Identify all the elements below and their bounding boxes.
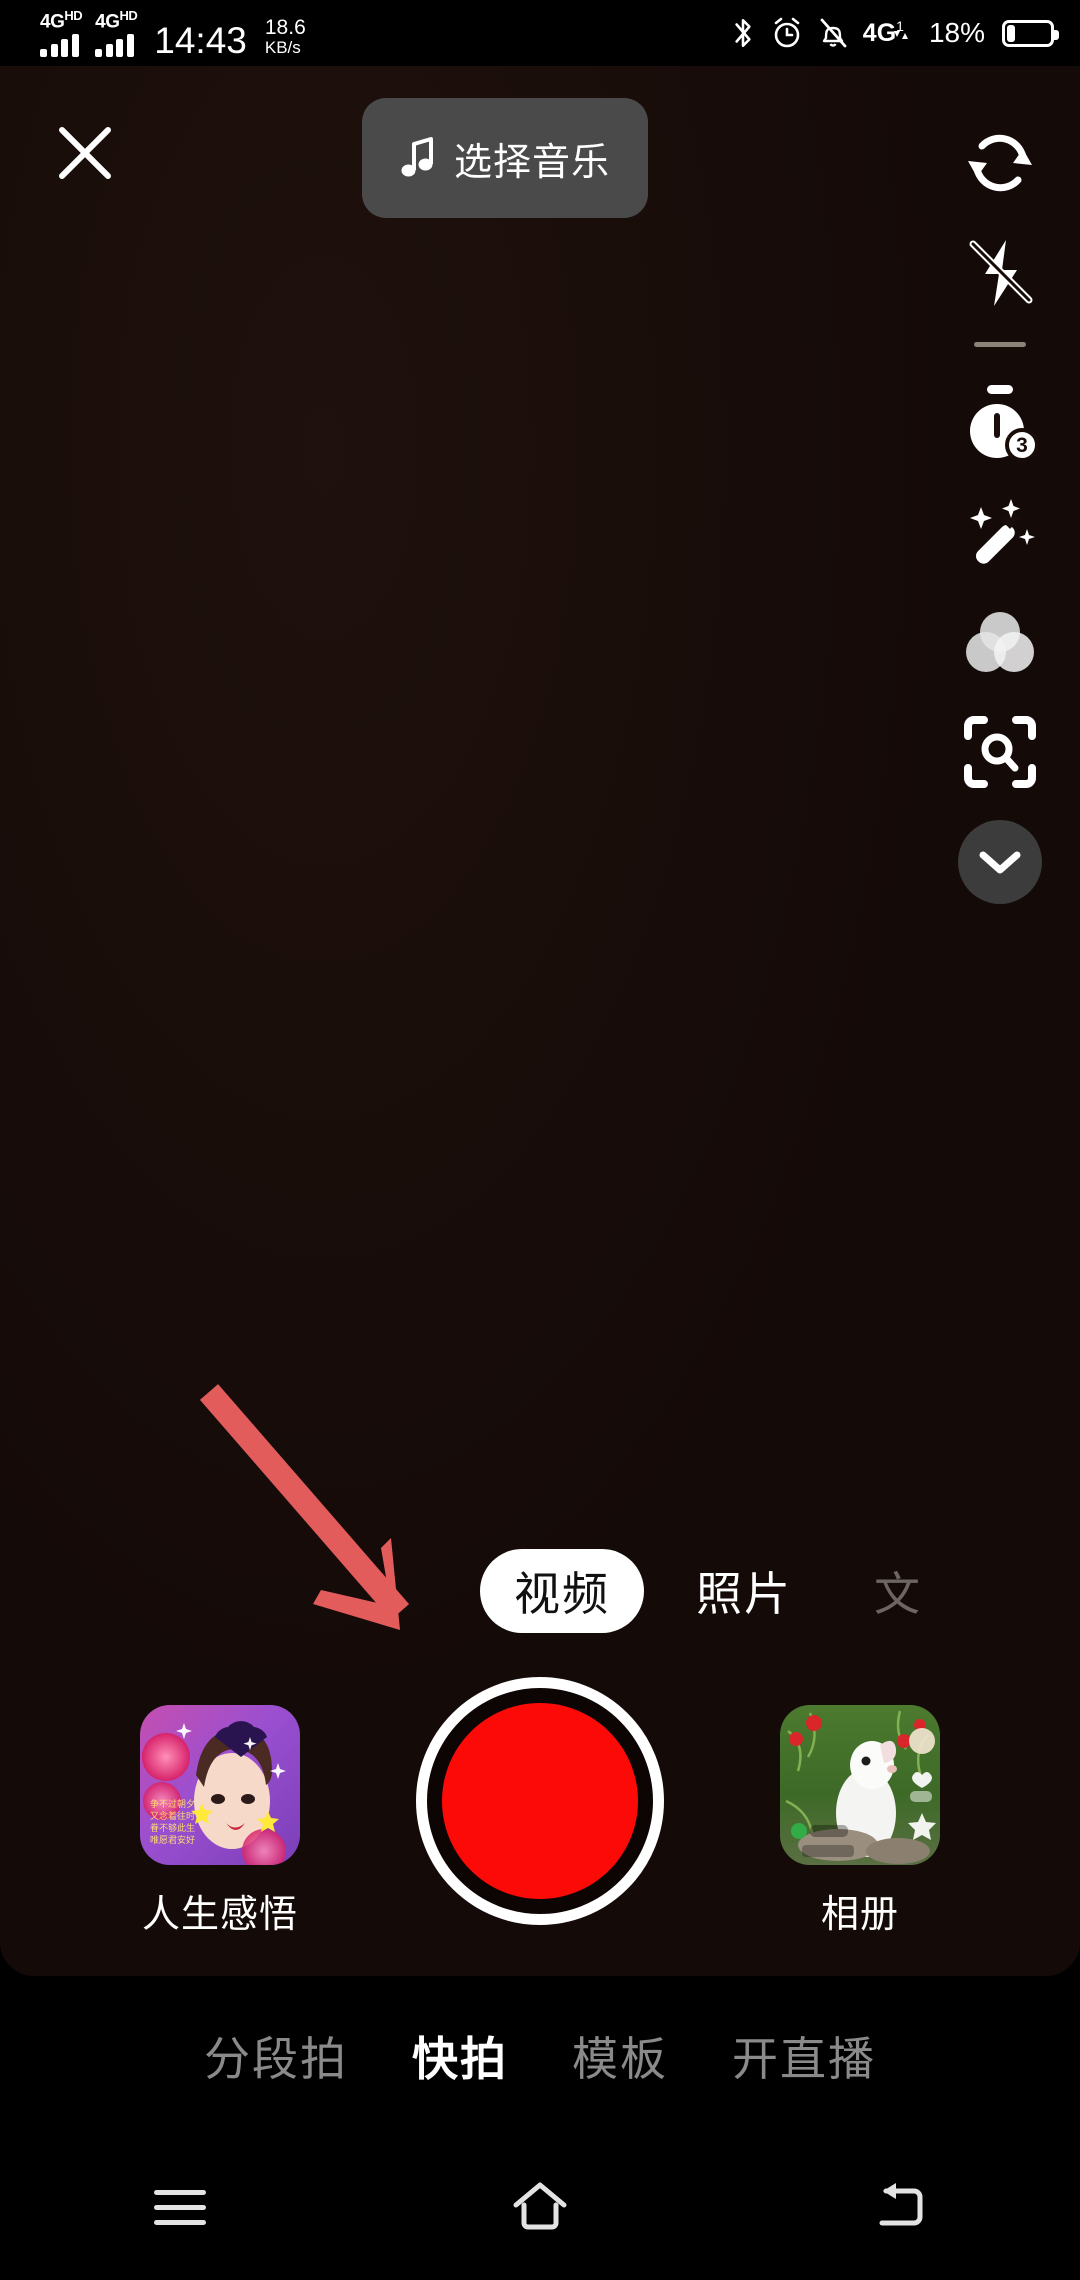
tab-segmented-shoot[interactable]: 分段拍 <box>172 2023 380 2089</box>
home-button[interactable] <box>465 2152 615 2262</box>
mode-video[interactable]: 视频 <box>480 1549 644 1633</box>
sim2-network-label: 4GHD <box>95 7 138 33</box>
choose-music-label: 选择音乐 <box>454 141 611 184</box>
recents-button[interactable] <box>105 2152 255 2262</box>
sim1-network-label: 4GHD <box>40 7 83 33</box>
expand-more-button[interactable] <box>945 807 1055 917</box>
camera-tools-column: 3 <box>920 108 1080 917</box>
sim1-bars-icon <box>40 34 79 58</box>
close-button[interactable] <box>46 114 124 192</box>
4g-data-icon: 4G 1 <box>863 15 910 51</box>
status-bar: 4GHD 4GHD 14:43 18.6 KB/s 4G 1 18% <box>0 0 1080 66</box>
network-speed-value: 18.6 <box>264 16 306 40</box>
tab-live-stream[interactable]: 开直播 <box>700 2023 908 2089</box>
status-bar-clock: 14:43 <box>154 20 247 62</box>
back-button[interactable] <box>825 2152 975 2262</box>
beauty-button[interactable] <box>945 477 1055 587</box>
sim2-bars-icon <box>95 34 134 58</box>
chevron-circle <box>958 820 1042 904</box>
album-shortcut[interactable]: 相册 <box>750 1705 970 1938</box>
effect-thumbnail-image: 争不过朝夕 又念着往时 眷不够此生 唯愿君安好 <box>140 1705 300 1865</box>
home-icon <box>513 2182 567 2230</box>
svg-text:又念着往时: 又念着往时 <box>150 1810 195 1821</box>
tab-quick-shoot[interactable]: 快拍 <box>380 2023 540 2089</box>
filter-icon <box>966 612 1034 672</box>
scan-button[interactable] <box>945 697 1055 807</box>
shutter-button[interactable] <box>416 1677 664 1925</box>
sim2-signal: 4GHD <box>95 7 138 58</box>
bell-muted-icon <box>818 16 848 50</box>
beauty-wand-icon <box>970 499 1035 564</box>
bluetooth-icon <box>730 16 756 50</box>
tools-divider <box>974 342 1026 347</box>
timer-button[interactable]: 3 <box>945 367 1055 477</box>
battery-icon <box>1002 19 1059 47</box>
alarm-icon <box>771 16 803 50</box>
back-icon <box>879 2183 923 2226</box>
sim1-signal: 4GHD <box>40 7 83 58</box>
album-label: 相册 <box>820 1894 899 1936</box>
flash-off-icon <box>969 240 1033 306</box>
chevron-down-icon <box>979 851 1021 874</box>
svg-text:眷不够此生: 眷不够此生 <box>150 1822 195 1833</box>
mode-photo[interactable]: 照片 <box>690 1549 798 1633</box>
status-bar-left: 4GHD 4GHD 14:43 18.6 KB/s <box>40 7 306 62</box>
camera-screen: 4GHD 4GHD 14:43 18.6 KB/s 4G 1 18% 选择音乐 … <box>0 0 1080 2280</box>
timer-icon: 3 <box>970 385 1039 462</box>
network-speed-unit: KB/s <box>264 38 301 58</box>
scan-icon <box>964 716 1036 788</box>
battery-percent: 18% <box>928 17 985 48</box>
close-icon <box>59 127 111 179</box>
tab-template[interactable]: 模板 <box>540 2023 700 2089</box>
flip-camera-button[interactable] <box>945 108 1055 218</box>
svg-text:争不过朝夕: 争不过朝夕 <box>150 1798 195 1809</box>
effect-shortcut[interactable]: 争不过朝夕 又念着往时 眷不够此生 唯愿君安好 人生感悟 <box>110 1705 330 1938</box>
mode-selector: 视频 照片 文 <box>0 1542 1080 1640</box>
svg-text:唯愿君安好: 唯愿君安好 <box>150 1834 195 1845</box>
recents-icon <box>154 2189 206 2225</box>
status-bar-right: 4G 1 18% <box>730 15 1059 51</box>
shutter-core <box>442 1703 638 1899</box>
network-speed: 18.6 KB/s <box>265 17 306 57</box>
flash-off-button[interactable] <box>945 218 1055 328</box>
choose-music-button[interactable]: 选择音乐 <box>362 98 649 218</box>
effect-label: 人生感悟 <box>141 1894 298 1936</box>
timer-badge: 3 <box>1016 434 1028 457</box>
mode-text[interactable]: 文 <box>868 1549 928 1633</box>
music-note-icon <box>401 137 433 177</box>
filter-button[interactable] <box>945 587 1055 697</box>
capture-row: 争不过朝夕 又念着往时 眷不够此生 唯愿君安好 人生感悟 相册 <box>0 1677 1080 1945</box>
album-thumbnail-image <box>780 1705 940 1865</box>
android-navigation-bar <box>0 2134 1080 2280</box>
flip-camera-icon <box>968 134 1032 192</box>
capture-mode-tabs: 分段拍 快拍 模板 开直播 <box>0 1976 1080 2136</box>
